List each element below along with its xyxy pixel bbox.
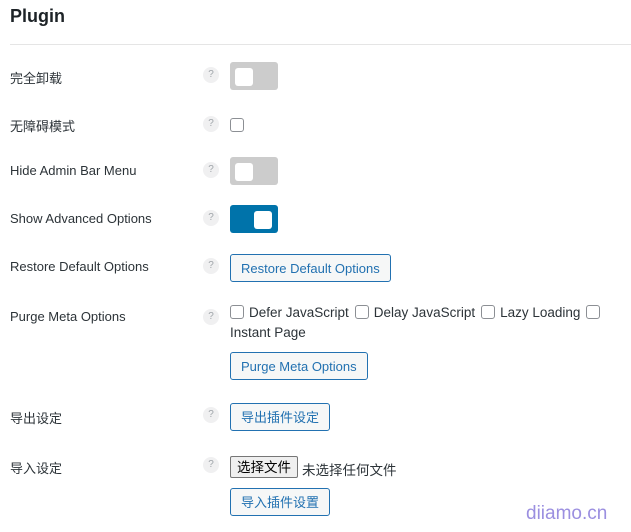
help-icon[interactable]: ? <box>203 407 219 423</box>
setting-label: 导入设定 <box>10 461 63 476</box>
option-instant-page-label: Instant Page <box>230 325 306 340</box>
setting-row-hide-admin-bar: Hide Admin Bar Menu ? <box>0 157 631 185</box>
purge-options-group: Defer JavaScript Delay JavaScript Lazy Loa… <box>230 303 630 343</box>
section-title: Plugin <box>10 6 65 26</box>
file-input[interactable]: 选择文件 未选择任何文件 <box>230 456 397 479</box>
uninstall-toggle[interactable] <box>230 62 278 90</box>
toggle-knob <box>254 211 272 229</box>
export-settings-button[interactable]: 导出插件设定 <box>230 403 331 431</box>
checkbox-instant-page[interactable] <box>586 305 601 320</box>
help-icon[interactable]: ? <box>203 67 219 83</box>
help-icon[interactable]: ? <box>203 116 219 132</box>
help-icon[interactable]: ? <box>203 210 219 226</box>
restore-default-options-button[interactable]: Restore Default Options <box>230 254 391 282</box>
help-icon[interactable]: ? <box>203 309 219 325</box>
toggle-knob <box>235 163 253 181</box>
choose-file-button[interactable]: 选择文件 <box>230 456 298 478</box>
toggle-knob <box>235 68 253 86</box>
watermark: diiamo.cn <box>526 503 608 524</box>
setting-label: Purge Meta Options <box>10 309 126 324</box>
setting-row-show-advanced: Show Advanced Options ? <box>0 205 631 233</box>
divider <box>10 44 631 45</box>
setting-label: 完全卸载 <box>10 71 63 86</box>
checkbox[interactable] <box>230 305 244 320</box>
setting-row-uninstall: 完全卸载 ? <box>0 62 631 90</box>
show-advanced-toggle[interactable] <box>230 205 278 233</box>
checkbox[interactable] <box>354 305 369 320</box>
hide-admin-bar-toggle[interactable] <box>230 157 278 185</box>
option-defer-javascript[interactable]: Defer JavaScript <box>230 303 349 323</box>
setting-label: Show Advanced Options <box>10 211 152 226</box>
accessibility-checkbox[interactable] <box>230 118 244 132</box>
setting-label: 无障碍模式 <box>10 119 76 134</box>
purge-meta-options-button[interactable]: Purge Meta Options <box>230 352 368 380</box>
checkbox[interactable] <box>481 305 496 320</box>
help-icon[interactable]: ? <box>203 258 219 274</box>
setting-label: 导出设定 <box>10 411 63 426</box>
file-status: 未选择任何文件 <box>302 462 397 478</box>
option-lazy-loading[interactable]: Lazy Loading <box>481 303 580 323</box>
option-delay-javascript[interactable]: Delay JavaScript <box>354 303 475 323</box>
import-settings-button[interactable]: 导入插件设置 <box>230 488 331 516</box>
help-icon[interactable]: ? <box>203 162 219 178</box>
help-icon[interactable]: ? <box>203 457 219 473</box>
setting-label: Restore Default Options <box>10 259 149 274</box>
setting-label: Hide Admin Bar Menu <box>10 163 137 178</box>
